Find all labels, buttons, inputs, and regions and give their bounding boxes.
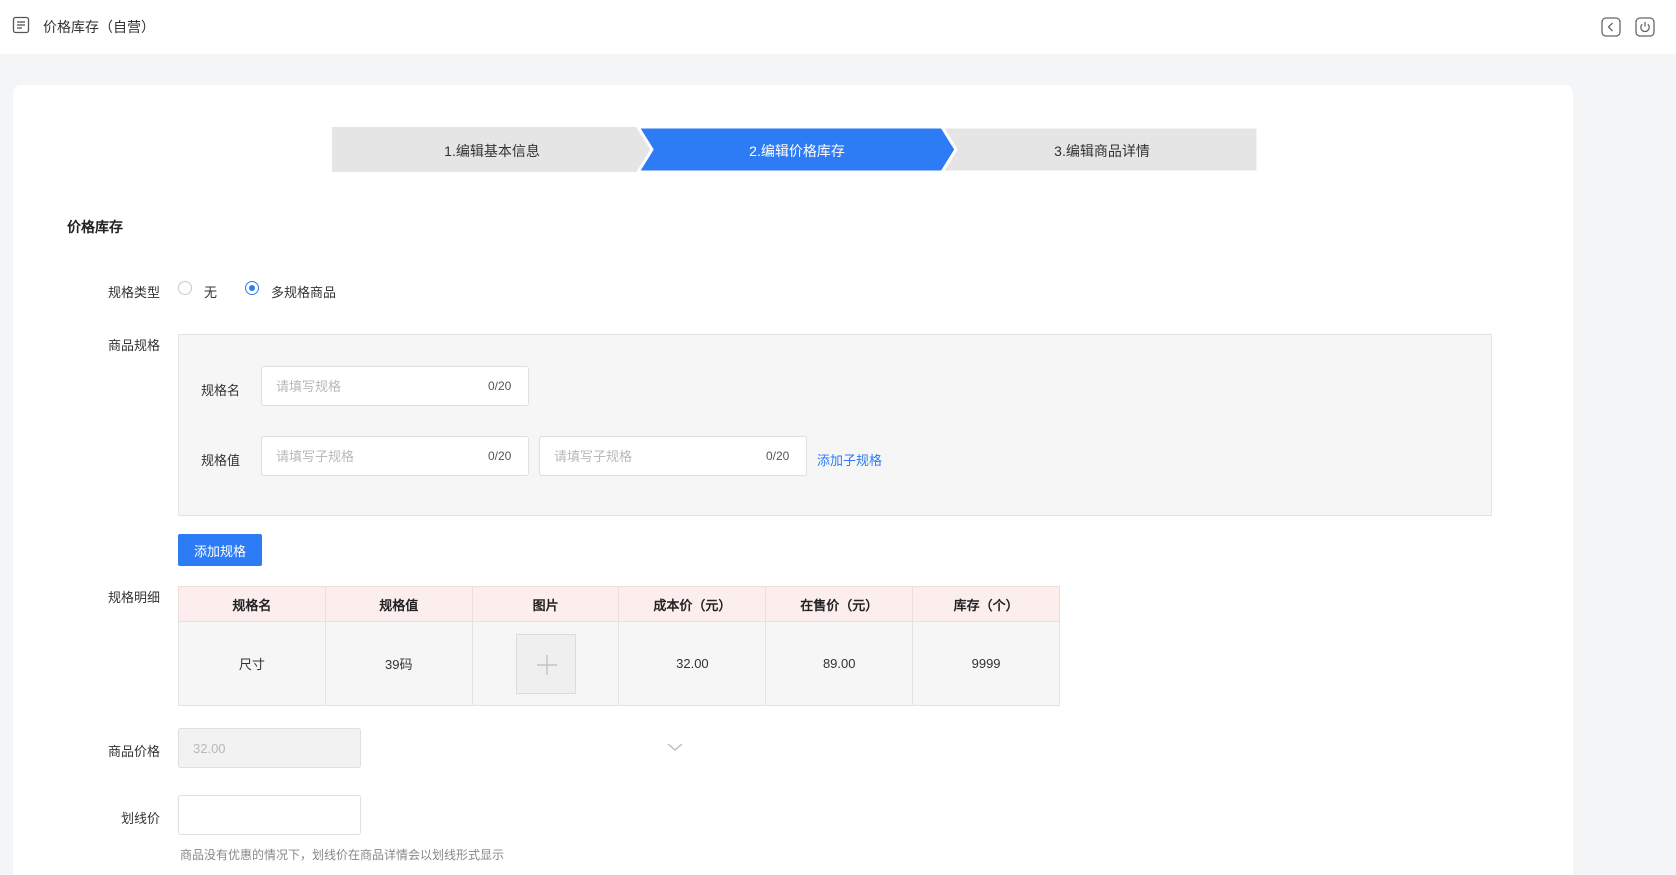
spec-type-label: 规格类型 bbox=[107, 285, 160, 300]
strike-price-hint: 商品没有优惠的情况下，划线价在商品详情会以划线形式显示 bbox=[180, 848, 505, 862]
col-image: 图片 bbox=[471, 586, 620, 622]
col-sale-price: 在售价（元） bbox=[765, 586, 914, 622]
spec-type-multi-radio[interactable] bbox=[245, 281, 259, 295]
step-progress: 1.编辑基本信息 2.编辑价格库存 3.编辑商品详情 bbox=[332, 127, 1258, 172]
top-bar: 价格库存（自营） bbox=[0, 0, 1676, 54]
table-row: 尺寸 39码 32.00 89.00 9999 bbox=[178, 621, 1060, 706]
section-title: 价格库存 bbox=[67, 219, 123, 235]
image-upload-button[interactable] bbox=[515, 633, 576, 694]
col-spec-value: 规格值 bbox=[324, 586, 473, 622]
chevron-down-icon[interactable] bbox=[666, 740, 684, 754]
cell-spec-value: 39码 bbox=[324, 621, 473, 706]
product-spec-label: 商品规格 bbox=[107, 338, 160, 353]
spec-detail-label: 规格明细 bbox=[107, 590, 160, 605]
step-1-label: 1.编辑基本信息 bbox=[444, 143, 540, 159]
add-sub-spec-link[interactable]: 添加子规格 bbox=[817, 450, 882, 469]
col-spec-name: 规格名 bbox=[178, 586, 326, 622]
spec-type-none-label[interactable]: 无 bbox=[204, 282, 217, 301]
cell-stock[interactable]: 9999 bbox=[912, 621, 1060, 706]
add-spec-button[interactable]: 添加规格 bbox=[178, 534, 262, 566]
spec-editor-panel bbox=[178, 334, 1492, 516]
strike-price-input[interactable] bbox=[178, 795, 361, 835]
col-cost-price: 成本价（元） bbox=[618, 586, 767, 622]
spec-type-none-radio[interactable] bbox=[178, 281, 192, 295]
spec-value-counter-1: 0/20 bbox=[488, 449, 512, 463]
col-stock: 库存（个） bbox=[912, 586, 1060, 622]
step-3-label: 3.编辑商品详情 bbox=[1054, 143, 1150, 159]
refresh-icon[interactable] bbox=[1635, 17, 1655, 37]
spec-name-label: 规格名 bbox=[200, 383, 240, 398]
product-price-label: 商品价格 bbox=[107, 744, 160, 759]
strike-price-label: 划线价 bbox=[120, 811, 160, 826]
step-2-label: 2.编辑价格库存 bbox=[749, 143, 845, 159]
cell-spec-name: 尺寸 bbox=[178, 621, 326, 706]
spec-value-counter-2: 0/20 bbox=[766, 449, 790, 463]
cell-image bbox=[471, 621, 620, 706]
cell-sale-price[interactable]: 89.00 bbox=[765, 621, 914, 706]
page-title: 价格库存（自营） bbox=[43, 19, 155, 35]
cell-cost-price[interactable]: 32.00 bbox=[618, 621, 767, 706]
table-header-row: 规格名 规格值 图片 成本价（元） 在售价（元） 库存（个） bbox=[178, 586, 1060, 622]
back-icon[interactable] bbox=[1601, 17, 1621, 37]
spec-name-counter: 0/20 bbox=[488, 379, 512, 393]
list-menu-icon[interactable] bbox=[12, 16, 30, 34]
product-price-input bbox=[178, 728, 361, 768]
plus-icon bbox=[536, 654, 557, 675]
spec-detail-table: 规格名 规格值 图片 成本价（元） 在售价（元） 库存（个） 尺寸 39码 32… bbox=[178, 586, 1060, 706]
spec-value-label: 规格值 bbox=[200, 453, 240, 468]
spec-type-multi-label[interactable]: 多规格商品 bbox=[271, 282, 336, 301]
